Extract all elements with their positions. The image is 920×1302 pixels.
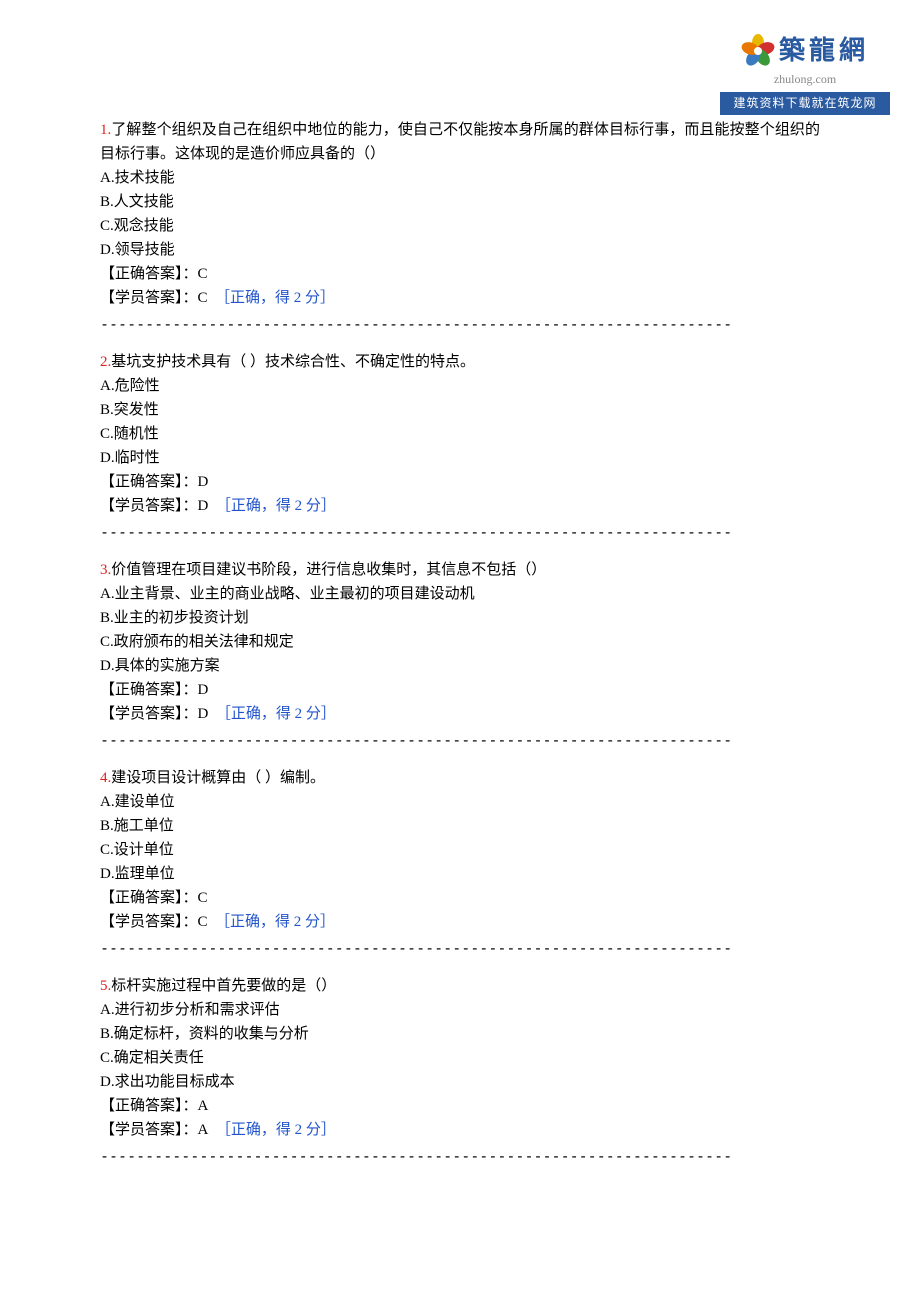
student-answer: 【学员答案】：A ［正确，得 2 分］	[100, 1118, 820, 1142]
result-text: ［正确，得 2 分］	[216, 498, 336, 514]
question-block: 2.基坑支护技术具有（ ）技术综合性、不确定性的特点。 A.危险性 B.突发性 …	[100, 350, 820, 544]
logo-banner: 建筑资料下载就在筑龙网	[720, 92, 890, 115]
option: C.设计单位	[100, 838, 820, 862]
option: C.政府颁布的相关法律和规定	[100, 630, 820, 654]
question-stem: 基坑支护技术具有（ ）技术综合性、不确定性的特点。	[111, 354, 475, 370]
site-logo: 築龍網 zhulong.com 建筑资料下载就在筑龙网	[720, 30, 890, 115]
option: D.具体的实施方案	[100, 654, 820, 678]
option: B.业主的初步投资计划	[100, 606, 820, 630]
divider: ----------------------------------------…	[100, 520, 820, 544]
result-text: ［正确，得 2 分］	[216, 706, 336, 722]
question-text: 1.了解整个组织及自己在组织中地位的能力，使自己不仅能按本身所属的群体目标行事，…	[100, 118, 820, 166]
logo-flower-icon	[741, 34, 775, 68]
student-answer: 【学员答案】：C ［正确，得 2 分］	[100, 910, 820, 934]
question-stem: 建设项目设计概算由（ ）编制。	[111, 770, 325, 786]
option: D.监理单位	[100, 862, 820, 886]
question-number: 3.	[100, 562, 111, 578]
option: A.技术技能	[100, 166, 820, 190]
student-answer: 【学员答案】：C ［正确，得 2 分］	[100, 286, 820, 310]
question-block: 5.标杆实施过程中首先要做的是（） A.进行初步分析和需求评估 B.确定标杆，资…	[100, 974, 820, 1168]
option: B.人文技能	[100, 190, 820, 214]
divider: ----------------------------------------…	[100, 936, 820, 960]
question-number: 1.	[100, 122, 111, 138]
option: B.确定标杆，资料的收集与分析	[100, 1022, 820, 1046]
question-stem: 标杆实施过程中首先要做的是（）	[111, 978, 336, 994]
option: B.突发性	[100, 398, 820, 422]
question-number: 2.	[100, 354, 111, 370]
option: A.建设单位	[100, 790, 820, 814]
question-text: 4.建设项目设计概算由（ ）编制。	[100, 766, 820, 790]
result-text: ［正确，得 2 分］	[215, 914, 335, 930]
option: C.观念技能	[100, 214, 820, 238]
question-block: 1.了解整个组织及自己在组织中地位的能力，使自己不仅能按本身所属的群体目标行事，…	[100, 118, 820, 336]
result-text: ［正确，得 2 分］	[215, 290, 335, 306]
question-block: 4.建设项目设计概算由（ ）编制。 A.建设单位 B.施工单位 C.设计单位 D…	[100, 766, 820, 960]
option: C.确定相关责任	[100, 1046, 820, 1070]
student-answer: 【学员答案】：D ［正确，得 2 分］	[100, 702, 820, 726]
result-text: ［正确，得 2 分］	[216, 1122, 336, 1138]
question-stem: 了解整个组织及自己在组织中地位的能力，使自己不仅能按本身所属的群体目标行事，而且…	[100, 122, 820, 162]
question-number: 5.	[100, 978, 111, 994]
correct-answer: 【正确答案】：C	[100, 262, 820, 286]
student-answer: 【学员答案】：D ［正确，得 2 分］	[100, 494, 820, 518]
logo-top-row: 築龍網	[720, 30, 890, 72]
option: D.临时性	[100, 446, 820, 470]
question-number: 4.	[100, 770, 111, 786]
logo-brand-cn: 築龍網	[779, 30, 869, 72]
option: B.施工单位	[100, 814, 820, 838]
correct-answer: 【正确答案】：C	[100, 886, 820, 910]
option: A.业主背景、业主的商业战略、业主最初的项目建设动机	[100, 582, 820, 606]
question-stem: 价值管理在项目建议书阶段，进行信息收集时，其信息不包括（）	[111, 562, 546, 578]
divider: ----------------------------------------…	[100, 312, 820, 336]
question-block: 3.价值管理在项目建议书阶段，进行信息收集时，其信息不包括（） A.业主背景、业…	[100, 558, 820, 752]
option: D.求出功能目标成本	[100, 1070, 820, 1094]
correct-answer: 【正确答案】：A	[100, 1094, 820, 1118]
option: A.进行初步分析和需求评估	[100, 998, 820, 1022]
question-text: 3.价值管理在项目建议书阶段，进行信息收集时，其信息不包括（）	[100, 558, 820, 582]
question-text: 2.基坑支护技术具有（ ）技术综合性、不确定性的特点。	[100, 350, 820, 374]
logo-brand-en: zhulong.com	[720, 70, 890, 89]
divider: ----------------------------------------…	[100, 1144, 820, 1168]
question-text: 5.标杆实施过程中首先要做的是（）	[100, 974, 820, 998]
option: C.随机性	[100, 422, 820, 446]
content-area: 1.了解整个组织及自己在组织中地位的能力，使自己不仅能按本身所属的群体目标行事，…	[100, 118, 820, 1182]
correct-answer: 【正确答案】：D	[100, 470, 820, 494]
option: A.危险性	[100, 374, 820, 398]
divider: ----------------------------------------…	[100, 728, 820, 752]
option: D.领导技能	[100, 238, 820, 262]
correct-answer: 【正确答案】：D	[100, 678, 820, 702]
